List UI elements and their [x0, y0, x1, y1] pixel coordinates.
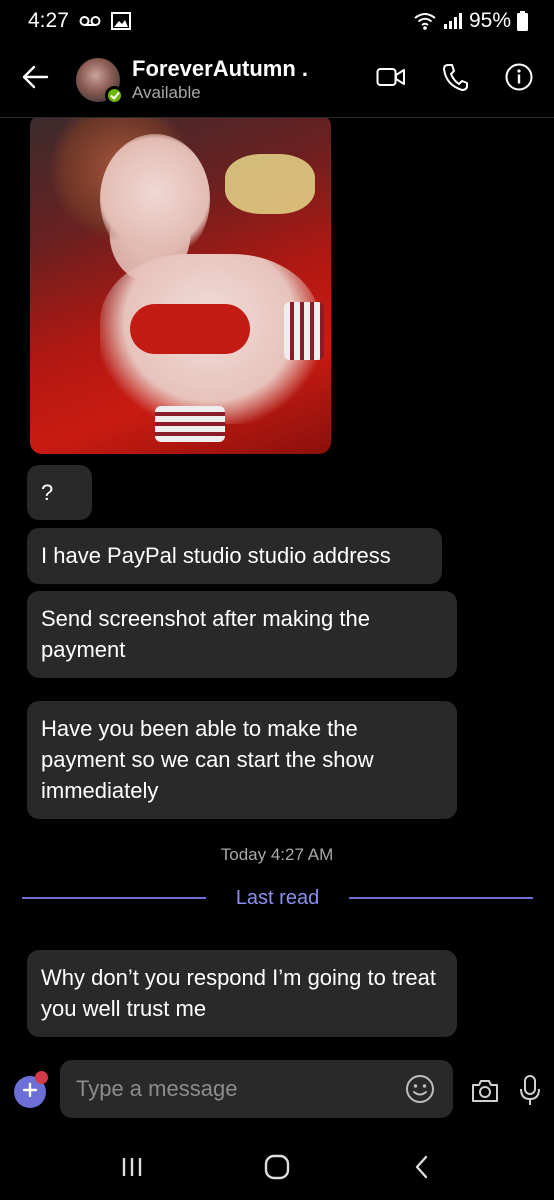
arrow-left-icon — [21, 65, 49, 94]
recent-apps-button[interactable] — [112, 1149, 152, 1189]
message-text: ? — [41, 480, 54, 505]
battery-icon — [517, 11, 528, 31]
back-button[interactable] — [0, 42, 70, 118]
message-input[interactable] — [76, 1076, 376, 1102]
message-bubble[interactable]: Have you been able to make the payment s… — [27, 701, 457, 819]
audio-call-button[interactable] — [438, 63, 472, 97]
message-text: Have you been able to make the payment s… — [41, 716, 374, 803]
chevron-left-icon — [414, 1155, 430, 1184]
message-composer — [0, 1048, 554, 1138]
contact-title[interactable]: ForeverAutumn . Available — [132, 56, 308, 104]
last-read-divider: Last read — [22, 886, 534, 910]
wifi-icon — [413, 11, 437, 31]
recent-apps-icon — [120, 1156, 144, 1183]
gallery-icon — [110, 12, 131, 30]
status-bar: 4:27 95% — [0, 0, 554, 42]
last-read-label: Last read — [235, 886, 320, 909]
message-bubble[interactable]: Why don’t you respond I’m going to treat… — [27, 950, 457, 1037]
message-bubble[interactable]: I have PayPal studio studio address — [27, 528, 442, 584]
message-text: Send screenshot after making the payment — [41, 606, 370, 662]
status-time: 4:27 — [28, 9, 69, 32]
home-icon — [264, 1154, 290, 1185]
notification-badge — [35, 1071, 48, 1084]
message-bubble[interactable]: Send screenshot after making the payment — [27, 591, 457, 678]
chat-messages[interactable]: ? I have PayPal studio studio address Se… — [0, 118, 554, 1048]
phone-icon — [442, 63, 468, 96]
contact-name: ForeverAutumn . — [132, 55, 309, 81]
message-text: Why don’t you respond I’m going to treat… — [41, 965, 436, 1021]
signal-icon — [443, 12, 463, 30]
battery-percent: 95% — [468, 9, 511, 32]
smiley-icon[interactable] — [405, 1074, 435, 1104]
video-call-button[interactable] — [374, 63, 408, 97]
camera-icon[interactable] — [470, 1076, 500, 1106]
message-timestamp: Today 4:27 AM — [220, 845, 334, 864]
home-button[interactable] — [257, 1149, 297, 1189]
shared-photo[interactable] — [30, 118, 331, 454]
contact-status: Available — [132, 82, 201, 102]
chat-header: ForeverAutumn . Available — [0, 42, 554, 118]
system-back-button[interactable] — [402, 1149, 442, 1189]
plus-icon — [22, 1082, 38, 1103]
info-icon — [505, 63, 533, 96]
avatar[interactable] — [76, 57, 124, 105]
video-camera-icon — [376, 66, 406, 93]
info-button[interactable] — [502, 63, 536, 97]
presence-available-icon — [105, 85, 124, 105]
microphone-icon[interactable] — [518, 1074, 542, 1108]
message-input-box[interactable] — [60, 1060, 453, 1118]
message-bubble[interactable]: ? — [27, 465, 92, 520]
voicemail-icon — [79, 14, 101, 28]
message-text: I have PayPal studio studio address — [41, 543, 391, 568]
system-navigation-bar — [0, 1138, 554, 1200]
